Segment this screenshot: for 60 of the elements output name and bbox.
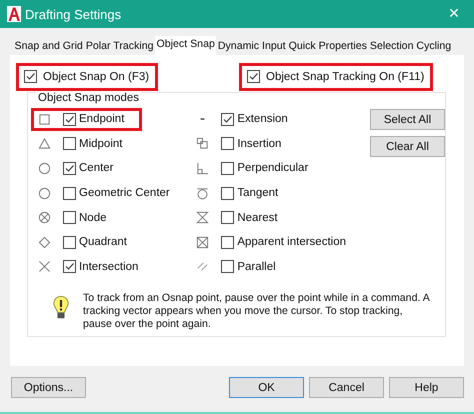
dialog-button[interactable]: Select All xyxy=(370,109,445,130)
checkbox-label: Parallel xyxy=(237,260,276,273)
square-marker-icon xyxy=(38,112,51,126)
checkbox[interactable] xyxy=(247,70,260,83)
checkbox[interactable] xyxy=(24,70,37,83)
checkbox-label: Geometric Center xyxy=(79,187,170,200)
checkbox-label: Intersection xyxy=(79,260,138,273)
dialog-button[interactable]: Help xyxy=(389,377,464,398)
app-logo-icon xyxy=(7,6,21,22)
cross-marker-icon xyxy=(38,260,51,274)
tab[interactable]: Polar Tracking xyxy=(84,39,156,55)
checkbox[interactable] xyxy=(63,260,76,274)
checkbox[interactable] xyxy=(63,162,76,175)
tab[interactable]: Dynamic Input xyxy=(216,39,288,55)
tab[interactable]: Object Snap xyxy=(155,36,216,55)
checkbox[interactable] xyxy=(221,260,234,274)
checkbox-label: Node xyxy=(79,212,106,224)
checkbox[interactable] xyxy=(221,236,234,249)
hourglass-marker-icon xyxy=(196,211,210,224)
diamond-marker-icon xyxy=(38,236,51,249)
checkbox[interactable] xyxy=(221,211,234,224)
checkbox-label: Object Snap Tracking On (F11) xyxy=(266,70,424,82)
checkbox-label: Tangent xyxy=(237,187,278,200)
checkbox[interactable] xyxy=(221,137,234,150)
checkbox-label: Extension xyxy=(237,113,288,126)
checkbox[interactable] xyxy=(63,236,76,249)
squares-marker-icon xyxy=(196,137,210,150)
checkbox-label: Quadrant xyxy=(79,236,127,248)
options-button[interactable]: Options... xyxy=(11,377,86,398)
checkbox-label: Endpoint xyxy=(79,113,124,126)
group-title: Object Snap modes xyxy=(36,92,142,104)
checkbox-label: Nearest xyxy=(237,212,278,224)
tab[interactable]: Quick Properties xyxy=(287,39,368,55)
checkbox[interactable] xyxy=(63,186,76,200)
tangent-circle-icon xyxy=(196,186,210,200)
checkbox[interactable] xyxy=(221,112,234,126)
dialog-button[interactable]: OK xyxy=(229,377,304,398)
checkbox[interactable] xyxy=(63,137,76,150)
right-angle-icon xyxy=(196,162,210,175)
checkbox[interactable] xyxy=(63,112,76,126)
checkbox-label: Midpoint xyxy=(79,138,122,150)
dialog-button[interactable]: Cancel xyxy=(309,377,384,398)
checkbox-label: Center xyxy=(79,162,114,174)
parallel-lines-icon xyxy=(196,260,210,274)
checkbox[interactable] xyxy=(63,211,76,224)
tab[interactable]: Selection Cycling xyxy=(368,39,453,55)
circle-marker-icon xyxy=(38,162,51,175)
hint-text: To track from an Osnap point, pause over the point while in a command. A tracking vector appears when you move the cursor. To stop tracking, pause over the point again. xyxy=(83,292,431,332)
window-title: Drafting Settings xyxy=(25,6,122,22)
checkbox-label: Perpendicular xyxy=(237,162,308,174)
checkbox-label: Insertion xyxy=(237,138,282,150)
dialog-button[interactable]: Clear All xyxy=(370,136,445,157)
checkbox-label: Object Snap On (F3) xyxy=(43,70,150,82)
circle-marker-icon xyxy=(38,186,51,200)
checkbox-label: Apparent intersection xyxy=(237,236,346,248)
checkbox[interactable] xyxy=(221,186,234,200)
checkbox[interactable] xyxy=(221,162,234,175)
triangle-marker-icon xyxy=(38,137,51,150)
tab[interactable]: Snap and Grid xyxy=(13,39,84,55)
crossed-circle-icon xyxy=(38,211,51,224)
